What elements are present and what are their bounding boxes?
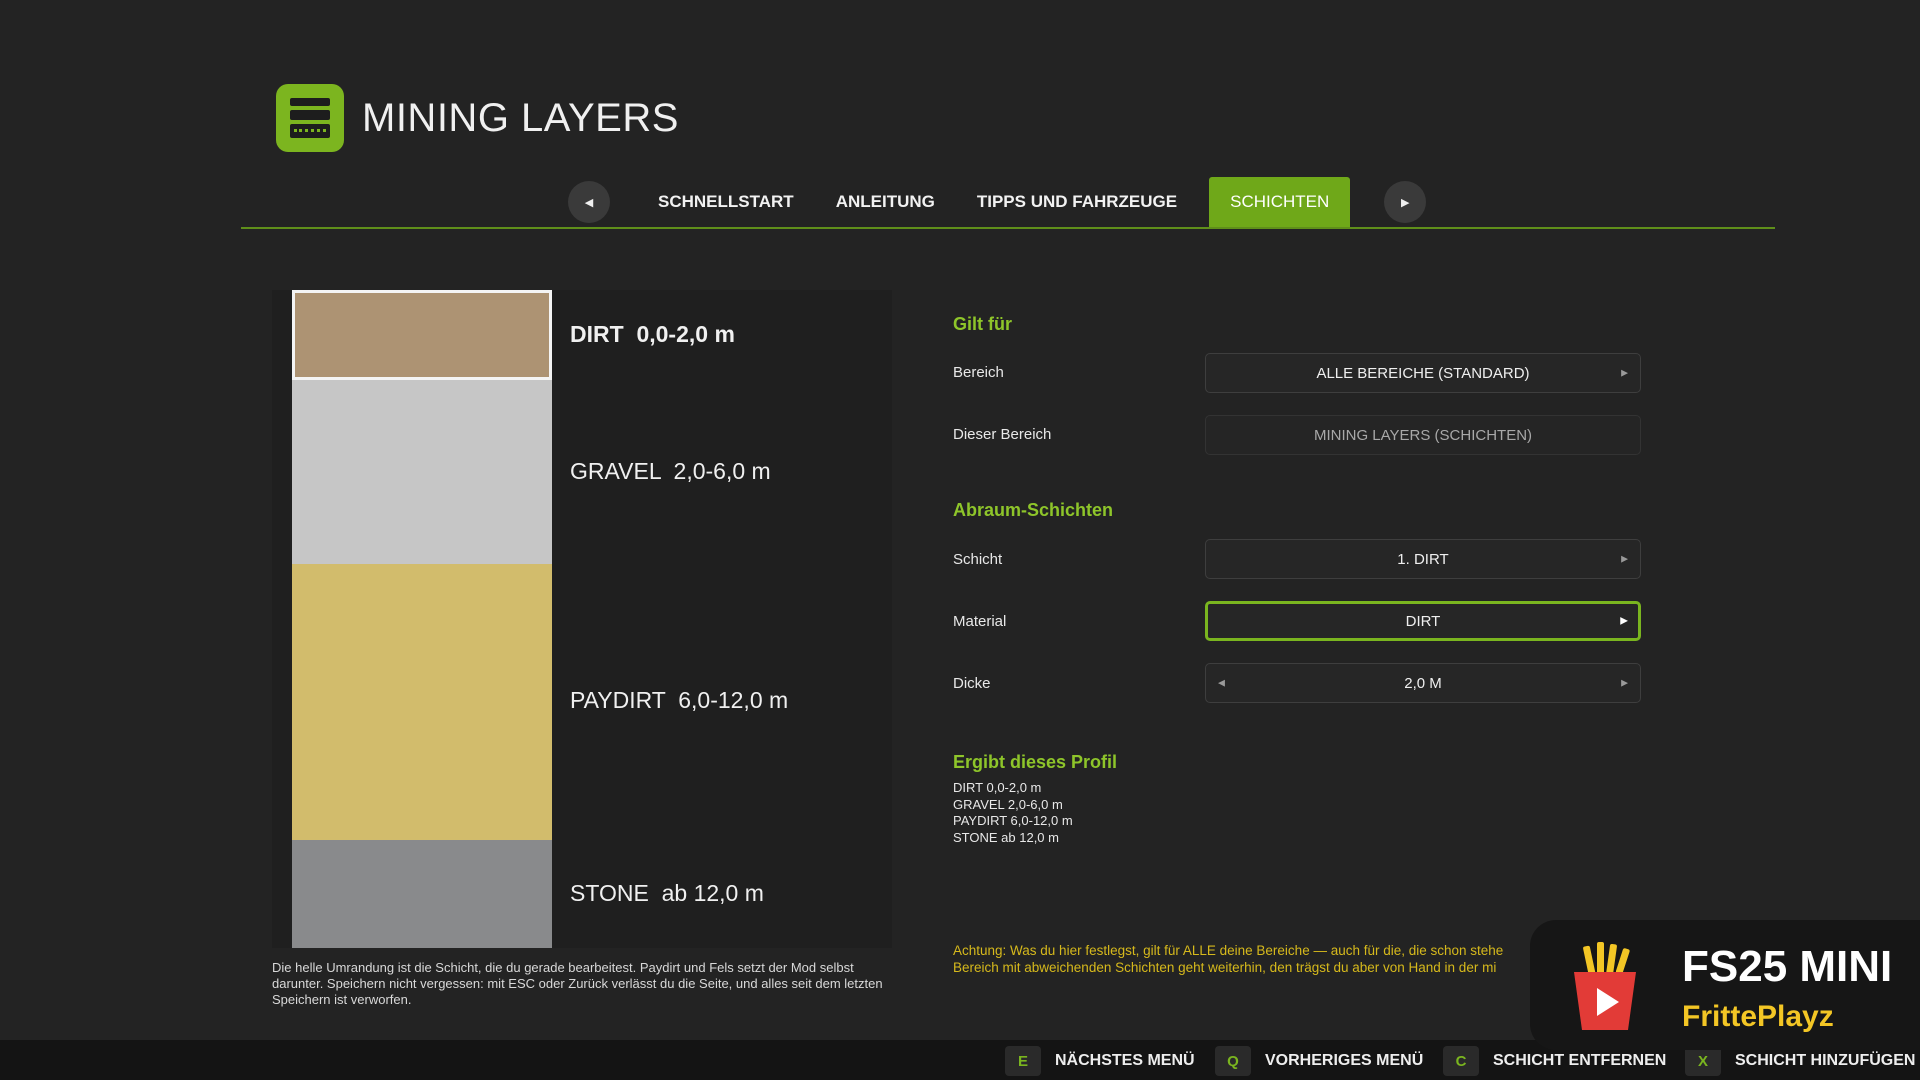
mining-layers-logo	[276, 84, 344, 152]
schicht-value: 1. DIRT	[1397, 550, 1449, 568]
arrow-right-icon: ▶	[1401, 196, 1410, 209]
tab-label: SCHICHTEN	[1230, 192, 1330, 211]
profile-section-title: Ergibt dieses Profil	[953, 752, 1118, 772]
overlay-subtitle: FrittePlayz	[1682, 1000, 1834, 1033]
hint-next-menu[interactable]: E NÄCHSTES MENÜ	[1005, 1046, 1195, 1076]
tab-divider	[241, 227, 1775, 229]
overburden-section-title: Abraum-Schichten	[953, 500, 1114, 520]
dicke-value: 2,0 M	[1404, 674, 1442, 692]
tab-bar: ◀ SCHNELLSTART ANLEITUNG TIPPS UND FAHRZ…	[568, 177, 1427, 227]
tab-label: TIPPS UND FAHRZEUGE	[976, 192, 1178, 211]
schicht-selector[interactable]: 1. DIRT ▶	[1205, 539, 1641, 579]
key-badge: Q	[1215, 1046, 1251, 1076]
tab-schichten[interactable]: SCHICHTEN	[1209, 177, 1351, 227]
arrow-left-icon: ◀	[584, 196, 594, 209]
warning-note: Achtung: Was du hier festlegst, gilt für…	[953, 942, 1533, 976]
bereich-selector[interactable]: ALLE BEREICHE (STANDARD) ▶	[1205, 353, 1641, 393]
warning-line: Bereich mit abweichenden Schichten geht …	[953, 960, 1497, 975]
fries-play-icon	[1574, 942, 1636, 1030]
hint-add-layer[interactable]: X SCHICHT HINZUFÜGEN	[1685, 1046, 1915, 1076]
arrow-right-icon[interactable]: ▶	[1620, 616, 1628, 627]
dieser-bereich-label: Dieser Bereich	[953, 426, 1052, 443]
tab-label: ANLEITUNG	[835, 192, 935, 211]
page-header: MINING LAYERS	[276, 84, 679, 152]
page-title: MINING LAYERS	[362, 95, 679, 140]
tab-schnellstart[interactable]: SCHNELLSTART	[637, 177, 815, 227]
layer-label-dirt: DIRT 0,0-2,0 m	[570, 321, 735, 347]
key-badge: E	[1005, 1046, 1041, 1076]
prev-page-button[interactable]: ◀	[568, 181, 610, 223]
hint-label: VORHERIGES MENÜ	[1265, 1052, 1424, 1069]
dieser-bereich-value: MINING LAYERS (SCHICHTEN)	[1313, 426, 1533, 444]
applies-section-title: Gilt für	[953, 314, 1012, 334]
profile-line: GRAVEL 2,0-6,0 m	[953, 796, 1063, 812]
bereich-label: Bereich	[953, 364, 1004, 381]
hint-remove-layer[interactable]: C SCHICHT ENTFERNEN	[1443, 1046, 1666, 1076]
hint-label: SCHICHT ENTFERNEN	[1493, 1052, 1667, 1069]
dicke-label: Dicke	[953, 675, 991, 692]
layer-label-gravel: GRAVEL 2,0-6,0 m	[570, 458, 771, 484]
material-selector[interactable]: DIRT ▶	[1205, 601, 1641, 641]
dieser-bereich-field: MINING LAYERS (SCHICHTEN)	[1205, 415, 1641, 455]
layer-swatch-gravel[interactable]	[292, 380, 552, 564]
arrow-right-icon[interactable]: ▶	[1621, 554, 1628, 565]
overlay-title: FS25 MINI	[1682, 942, 1893, 991]
profile-line: PAYDIRT 6,0-12,0 m	[953, 813, 1073, 828]
arrow-right-icon[interactable]: ▶	[1621, 368, 1628, 379]
key-badge: C	[1443, 1046, 1479, 1076]
bereich-value: ALLE BEREICHE (STANDARD)	[1316, 364, 1530, 382]
layer-label-stone: STONE ab 12,0 m	[570, 880, 764, 906]
stream-overlay: FS25 MINI FrittePlayz	[1530, 920, 1920, 1050]
hint-previous-menu[interactable]: Q VORHERIGES MENÜ	[1215, 1046, 1423, 1076]
dicke-stepper[interactable]: ◀ 2,0 M ▶	[1205, 663, 1641, 703]
tab-tipps-und-fahrzeuge[interactable]: TIPPS UND FAHRZEUGE	[956, 177, 1198, 227]
profile-summary: DIRT 0,0-2,0 m GRAVEL 2,0-6,0 m PAYDIRT …	[953, 780, 1073, 846]
hint-label: NÄCHSTES MENÜ	[1055, 1052, 1195, 1069]
warning-line: Achtung: Was du hier festlegst, gilt für…	[953, 943, 1504, 958]
next-page-button[interactable]: ▶	[1384, 181, 1427, 223]
profile-line: STONE ab 12,0 m	[953, 829, 1059, 845]
layer-swatch-paydirt[interactable]	[292, 564, 552, 840]
tab-label: SCHNELLSTART	[658, 192, 794, 211]
tab-anleitung[interactable]: ANLEITUNG	[815, 177, 956, 227]
arrow-right-icon[interactable]: ▶	[1621, 678, 1628, 689]
material-label: Material	[953, 613, 1007, 630]
layer-swatch-dirt[interactable]	[292, 290, 552, 380]
material-value: DIRT	[1405, 612, 1441, 630]
layer-panel-note: Die helle Umrandung ist die Schicht, die…	[272, 960, 883, 1007]
arrow-left-icon[interactable]: ◀	[1218, 678, 1225, 689]
profile-line: DIRT 0,0-2,0 m	[953, 780, 1042, 795]
hint-label: SCHICHT HINZUFÜGEN	[1735, 1052, 1916, 1069]
key-badge: X	[1685, 1046, 1721, 1076]
layer-profile-panel: DIRT 0,0-2,0 m GRAVEL 2,0-6,0 m PAYDIRT …	[272, 290, 892, 948]
layer-swatch-stone[interactable]	[292, 840, 552, 948]
layer-label-paydirt: PAYDIRT 6,0-12,0 m	[570, 687, 789, 713]
schicht-label: Schicht	[953, 551, 1003, 568]
